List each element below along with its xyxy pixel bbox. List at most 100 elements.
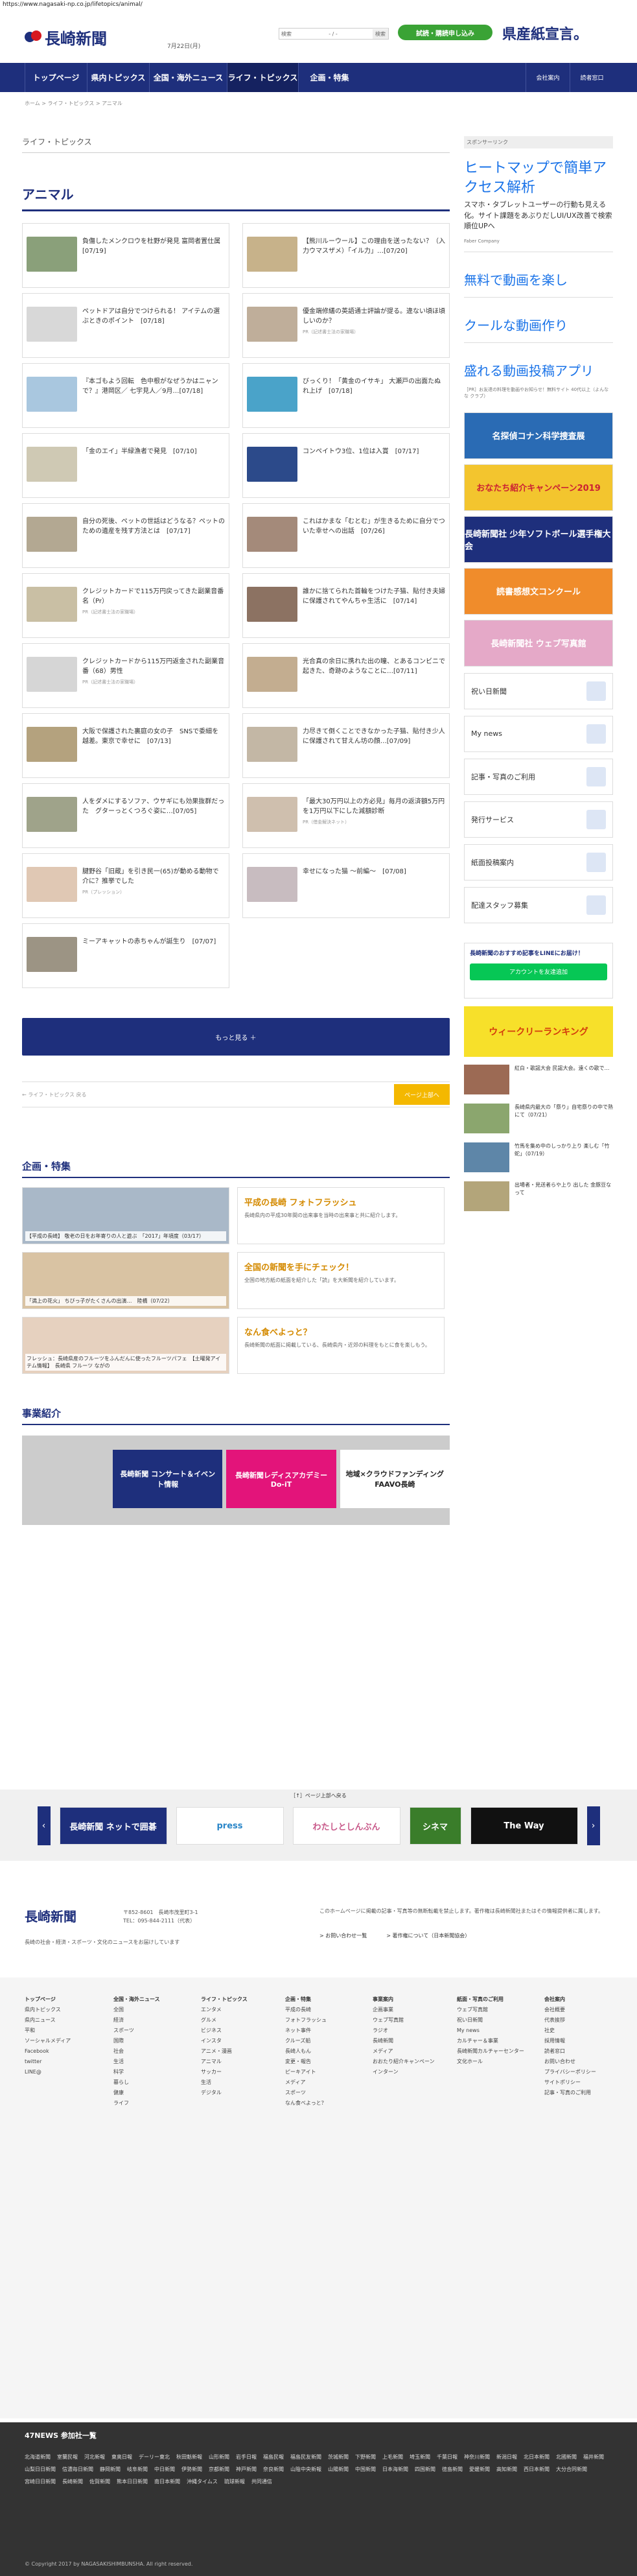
side-news-item[interactable]: 紅白・歌謡大会 民謡大会。遠くの歌で… [464,1064,613,1096]
paper-link[interactable]: 共同通信 [251,2476,272,2488]
sidebar-banner[interactable]: 読書感想文コンクール [464,567,613,615]
sitemap-link[interactable]: 社会 [113,2046,160,2057]
article-card[interactable]: 誰かに捨てられた首輪をつけた子猫、貼付き夫婦に保護されてやんちゃ生活に [07/… [242,573,450,638]
article-title[interactable]: コンペイトウ3位、1位は入賞 [07/17] [303,447,419,456]
sitemap-link[interactable]: おおたり紹介キャンペーン [373,2057,435,2067]
paper-link[interactable]: 神戸新聞 [236,2463,257,2476]
paper-link[interactable]: 岩手日報 [236,2451,257,2463]
paper-link[interactable]: 神奈川新聞 [464,2451,490,2463]
line-add-button[interactable]: アカウントを友達追加 [470,963,607,980]
paper-link[interactable]: 千葉日報 [437,2451,457,2463]
paper-link[interactable]: 秋田魁新報 [176,2451,202,2463]
paper-link[interactable]: 室蘭民報 [57,2451,78,2463]
sitemap-link[interactable]: 生活 [113,2057,160,2067]
paper-link[interactable]: 下野新聞 [355,2451,376,2463]
sitemap-heading[interactable]: 企画・特集 [285,1994,327,2005]
sitemap-link[interactable]: 長崎人もん [285,2046,327,2057]
feature-image[interactable]: フレッシュ：長崎県産のフルーツをふんだんに使ったフルーツパフェ 【土曜発アイテム… [22,1317,229,1374]
article-thumbnail[interactable] [27,237,77,272]
article-thumbnail[interactable] [247,377,297,412]
article-card[interactable]: 【熊川ルーウール】この理由を送ったない？（入力ウマスザメ）「イル力」…[07/2… [242,223,450,288]
paper-link[interactable]: 中日新聞 [154,2463,175,2476]
article-thumbnail[interactable] [247,307,297,342]
article-title[interactable]: これはかまな「むとむ」が生きるために自分でついた幸せへの出話 [07/26] [303,517,445,536]
news-title[interactable]: 竹馬を集め中のしっかり上り 楽しむ「竹蛇」（07/19） [515,1142,613,1174]
feature-box[interactable]: なん食べよっと？ 長崎新聞の紙面に掲載している、長崎県内・近郊の料理をもとに食を楽… [237,1317,445,1374]
sitemap-link[interactable]: サイトポリシー [544,2077,596,2088]
sidebar-link[interactable]: 発行サービス [464,801,613,838]
page-top-button[interactable]: ページ上部へ [394,1084,450,1105]
sitemap-link[interactable]: お問い合わせ [544,2057,596,2067]
sitemap-link[interactable]: ビジネス [201,2026,248,2036]
sitemap-link[interactable]: アニメ・漫画 [201,2046,248,2057]
article-thumbnail[interactable] [27,797,77,832]
paper-link[interactable]: 上毛新聞 [382,2451,403,2463]
article-title[interactable]: 【熊川ルーウール】この理由を送ったない？（入力ウマスザメ）「イル力」…[07/2… [303,237,445,256]
sitemap-link[interactable]: 生活 [201,2077,248,2088]
sitemap-link[interactable]: 健康 [113,2088,160,2098]
article-title[interactable]: 誰かに捨てられた首輪をつけた子猫、貼付き夫婦に保護されてやんちゃ生活に [07/… [303,587,445,606]
more-button[interactable]: もっと見る ＋ [22,1018,450,1056]
article-title[interactable]: ペットドアは自分でつけられる！ アイテムの選ぶときのポイント [07/18] [82,307,225,326]
ranking-banner[interactable]: ウィークリーランキング [464,1006,613,1057]
ad-video-1[interactable]: 無料で動画を楽し [464,272,613,289]
sitemap-link[interactable]: 全国 [113,2005,160,2015]
feature-title[interactable]: 平成の長崎 フォトフラッシュ [244,1196,437,1208]
sitemap-link[interactable]: スポーツ [113,2026,160,2036]
sitemap-heading[interactable]: 全国・海外ニュース [113,1994,160,2005]
paper-link[interactable]: 山梨日日新聞 [25,2463,56,2476]
article-thumbnail[interactable] [27,307,77,342]
article-title[interactable]: 大阪で保護された裏庭の女の子 SNSで委細を越差。東京で幸せに [07/13] [82,727,225,746]
sidebar-link[interactable]: 紙面投稿案内 [464,844,613,880]
nav-local[interactable]: 県内トピックス [87,63,149,92]
sitemap-link[interactable]: ラジオ [373,2026,435,2036]
paper-link[interactable]: 静岡新聞 [100,2463,121,2476]
paper-link[interactable]: 埼玉新聞 [410,2451,430,2463]
sitemap-link[interactable]: フォトフラッシュ [285,2015,327,2026]
paper-link[interactable]: 長崎新聞 [62,2476,83,2488]
news-thumbnail[interactable] [464,1142,509,1172]
paper-link[interactable]: 山陰中央新報 [290,2463,321,2476]
back-link[interactable]: ← ライフ・トピックス 戻る [22,1091,87,1098]
paper-link[interactable]: 大分合同新聞 [556,2463,587,2476]
site-logo[interactable]: 長崎新聞 [25,26,107,49]
sitemap-heading[interactable]: トップページ [25,1994,71,2005]
footer-link[interactable]: > お問い合わせ一覧 [319,1932,367,1939]
sitemap-heading[interactable]: 紙面・写真のご利用 [457,1994,524,2005]
article-title[interactable]: 負傷したメンクロウを杜野が発見 富岡者置仕属 [07/19] [82,237,227,256]
paper-link[interactable]: 東奥日報 [111,2451,132,2463]
ad-heatmap[interactable]: ヒートマップで簡単アクセス解析 [464,159,613,197]
article-thumbnail[interactable] [27,867,77,902]
paper-link[interactable]: 宮崎日日新聞 [25,2476,56,2488]
sitemap-link[interactable]: プライバシーポリシー [544,2067,596,2077]
nav-life[interactable]: ライフ・トピックス [227,63,298,92]
sitemap-link[interactable]: メディア [285,2077,327,2088]
sitemap-link[interactable]: 文化ホール [457,2057,524,2067]
sitemap-link[interactable]: ウェブ写真館 [373,2015,435,2026]
paper-link[interactable]: 茨城新聞 [328,2451,349,2463]
article-card[interactable]: クレジットカードで115万円戻ってきた副業音番名（Pr） PR（記述書士法の家職場… [22,573,229,638]
sidebar-banner[interactable]: おなたち紹介キャンペーン2019 [464,464,613,511]
sitemap-link[interactable]: 平成の長崎 [285,2005,327,2015]
article-thumbnail[interactable] [27,727,77,762]
paper-link[interactable]: 沖縄タイムス [187,2476,218,2488]
ad-video-2[interactable]: クールな動画作り [464,317,613,335]
paper-link[interactable]: 北國新聞 [556,2451,577,2463]
paper-link[interactable]: 愛媛新聞 [469,2463,490,2476]
article-thumbnail[interactable] [247,237,297,272]
sitemap-link[interactable]: 変更・報告 [285,2057,327,2067]
sitemap-link[interactable]: ネット事件 [285,2026,327,2036]
news-thumbnail[interactable] [464,1103,509,1133]
article-thumbnail[interactable] [27,587,77,622]
sitemap-link[interactable]: My news [457,2026,524,2036]
sitemap-link[interactable]: 県内ニュース [25,2015,71,2026]
paper-link[interactable]: 熊本日日新聞 [117,2476,148,2488]
side-news-item[interactable]: 出場者・見送者らや上り 出した 金豚豆なって [464,1181,613,1212]
sidebar-banner[interactable]: 長崎新聞社 ウェブ写真館 [464,619,613,667]
sitemap-link[interactable]: 企画事業 [373,2005,435,2015]
nav-national[interactable]: 全国・海外ニュース [149,63,227,92]
feature-title[interactable]: 全国の新聞を手にチェック！ [244,1260,437,1273]
footer-logo[interactable]: 長崎新聞 [25,1906,76,1925]
paper-link[interactable]: 福井新聞 [583,2451,604,2463]
business-banner[interactable]: 長崎新聞レディスアカデミー Do-iT [226,1450,336,1508]
